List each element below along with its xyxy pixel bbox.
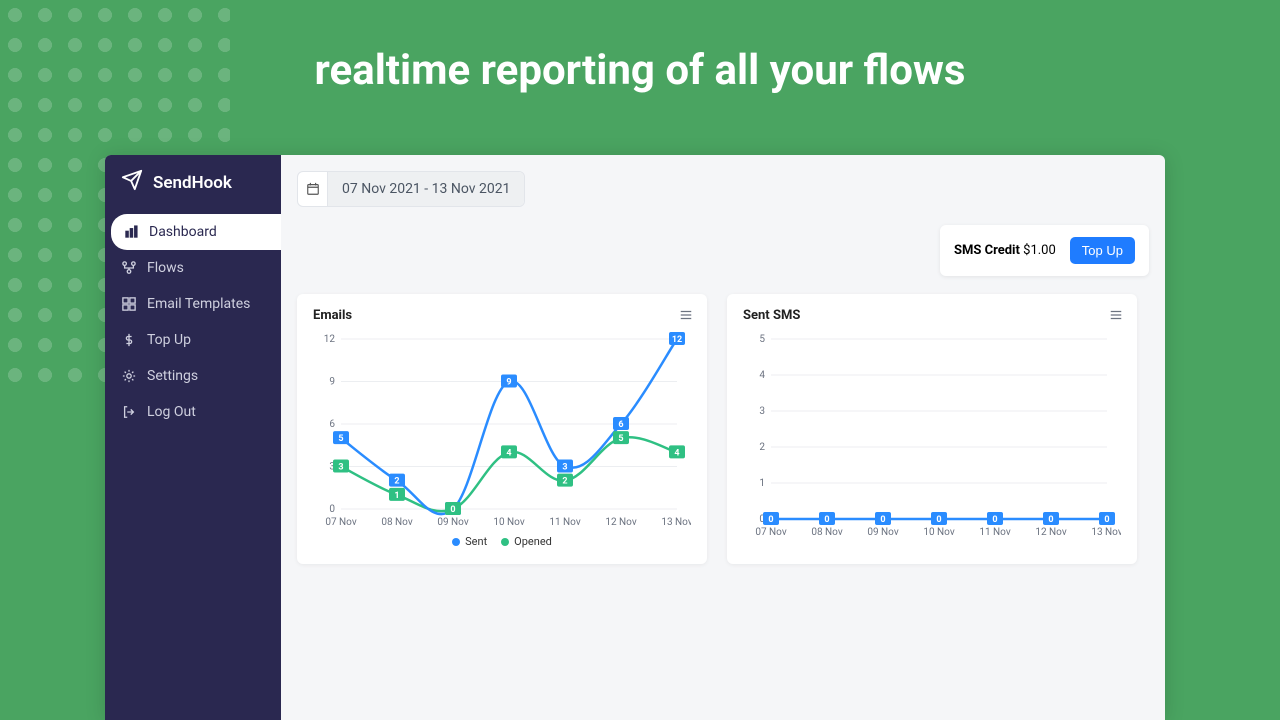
svg-text:0: 0 [1048, 515, 1053, 525]
svg-text:0: 0 [329, 504, 335, 515]
svg-text:1: 1 [394, 491, 399, 501]
svg-text:6: 6 [618, 420, 623, 430]
page-headline: realtime reporting of all your flows [0, 46, 1280, 95]
svg-text:12 Nov: 12 Nov [1035, 527, 1066, 538]
emails-card: Emails 03691207 Nov08 Nov09 Nov10 Nov11 … [297, 294, 707, 564]
sidebar-item-label: Email Templates [147, 296, 250, 312]
sidebar-item-label: Flows [147, 260, 184, 276]
svg-text:4: 4 [759, 370, 765, 381]
svg-text:9: 9 [506, 378, 511, 388]
svg-text:3: 3 [562, 463, 567, 473]
svg-text:5: 5 [618, 434, 623, 444]
sidebar-item-label: Settings [147, 368, 198, 384]
sidebar: SendHook Dashboard Flows Email Templates [105, 155, 281, 720]
legend-dot-opened [501, 538, 509, 546]
sidebar-item-log-out[interactable]: Log Out [105, 394, 281, 430]
emails-card-title: Emails [313, 308, 691, 323]
svg-text:0: 0 [824, 515, 829, 525]
charts-row: Emails 03691207 Nov08 Nov09 Nov10 Nov11 … [297, 294, 1149, 564]
flow-icon [121, 260, 137, 276]
sms-chart: 0 1 2 3 4 5 07 Nov 08 Nov 09 Nov 10 Nov 11 Nov 12 N… [743, 331, 1121, 541]
hamburger-icon[interactable] [675, 304, 697, 326]
svg-text:0: 0 [936, 515, 941, 525]
svg-text:12: 12 [324, 334, 336, 345]
svg-text:6: 6 [329, 419, 335, 430]
templates-icon [121, 296, 137, 312]
svg-text:11 Nov: 11 Nov [549, 517, 580, 528]
svg-text:0: 0 [450, 505, 455, 515]
svg-text:10 Nov: 10 Nov [923, 527, 954, 538]
svg-text:4: 4 [674, 448, 679, 458]
svg-text:07 Nov: 07 Nov [325, 517, 356, 528]
send-icon [121, 169, 143, 196]
legend-dot-sent [452, 538, 460, 546]
legend-opened-label: Opened [514, 535, 552, 548]
svg-text:2: 2 [759, 442, 765, 453]
gear-icon [121, 368, 137, 384]
svg-text:1: 1 [759, 478, 765, 489]
svg-text:5: 5 [759, 334, 765, 345]
calendar-icon [298, 172, 328, 206]
brand-name: SendHook [153, 173, 232, 193]
sidebar-item-dashboard[interactable]: Dashboard [111, 214, 281, 250]
svg-text:0: 0 [992, 515, 997, 525]
brand: SendHook [105, 155, 281, 214]
svg-text:13 Nov: 13 Nov [661, 517, 691, 528]
bar-chart-icon [123, 224, 139, 240]
date-range-value: 07 Nov 2021 - 13 Nov 2021 [328, 172, 524, 206]
emails-chart: 03691207 Nov08 Nov09 Nov10 Nov11 Nov12 N… [313, 331, 691, 531]
svg-text:12 Nov: 12 Nov [605, 517, 636, 528]
sms-card-title: Sent SMS [743, 308, 1121, 323]
topbar: 07 Nov 2021 - 13 Nov 2021 [297, 171, 1149, 207]
sidebar-item-email-templates[interactable]: Email Templates [105, 286, 281, 322]
logout-icon [121, 404, 137, 420]
svg-text:08 Nov: 08 Nov [811, 527, 842, 538]
sidebar-item-label: Log Out [147, 404, 196, 420]
svg-text:12: 12 [672, 335, 682, 345]
svg-text:10 Nov: 10 Nov [493, 517, 524, 528]
sms-credit-amount: $1.00 [1023, 243, 1056, 258]
sidebar-item-settings[interactable]: Settings [105, 358, 281, 394]
sms-credit-label: SMS Credit [954, 243, 1020, 258]
date-range-picker[interactable]: 07 Nov 2021 - 13 Nov 2021 [297, 171, 525, 207]
svg-text:2: 2 [562, 477, 567, 487]
top-up-button[interactable]: Top Up [1070, 237, 1135, 264]
svg-text:3: 3 [759, 406, 765, 417]
svg-text:4: 4 [506, 448, 511, 458]
svg-text:2: 2 [394, 477, 399, 487]
main-content: 07 Nov 2021 - 13 Nov 2021 SMS Credit $1.… [281, 155, 1165, 720]
svg-text:13 Nov: 13 Nov [1091, 527, 1121, 538]
sms-card: Sent SMS 0 1 2 3 4 5 07 Nov 08 Nov 09 Nov 10 Nov 1… [727, 294, 1137, 564]
app-shell: SendHook Dashboard Flows Email Templates [105, 155, 1165, 720]
svg-text:11 Nov: 11 Nov [979, 527, 1010, 538]
sidebar-item-label: Top Up [147, 332, 191, 348]
sidebar-item-label: Dashboard [149, 224, 217, 240]
sidebar-item-top-up[interactable]: Top Up [105, 322, 281, 358]
svg-text:09 Nov: 09 Nov [437, 517, 468, 528]
svg-text:09 Nov: 09 Nov [867, 527, 898, 538]
emails-legend: Sent Opened [313, 535, 691, 548]
legend-sent-label: Sent [465, 535, 487, 548]
svg-text:0: 0 [1104, 515, 1109, 525]
hamburger-icon[interactable] [1105, 304, 1127, 326]
svg-text:5: 5 [338, 434, 343, 444]
svg-text:07 Nov: 07 Nov [755, 527, 786, 538]
svg-text:0: 0 [880, 515, 885, 525]
svg-text:3: 3 [338, 463, 343, 473]
svg-text:9: 9 [329, 377, 335, 388]
svg-text:0: 0 [768, 515, 773, 525]
sms-credit-card: SMS Credit $1.00 Top Up [940, 225, 1149, 276]
sidebar-item-flows[interactable]: Flows [105, 250, 281, 286]
dollar-icon [121, 332, 137, 348]
svg-text:08 Nov: 08 Nov [381, 517, 412, 528]
